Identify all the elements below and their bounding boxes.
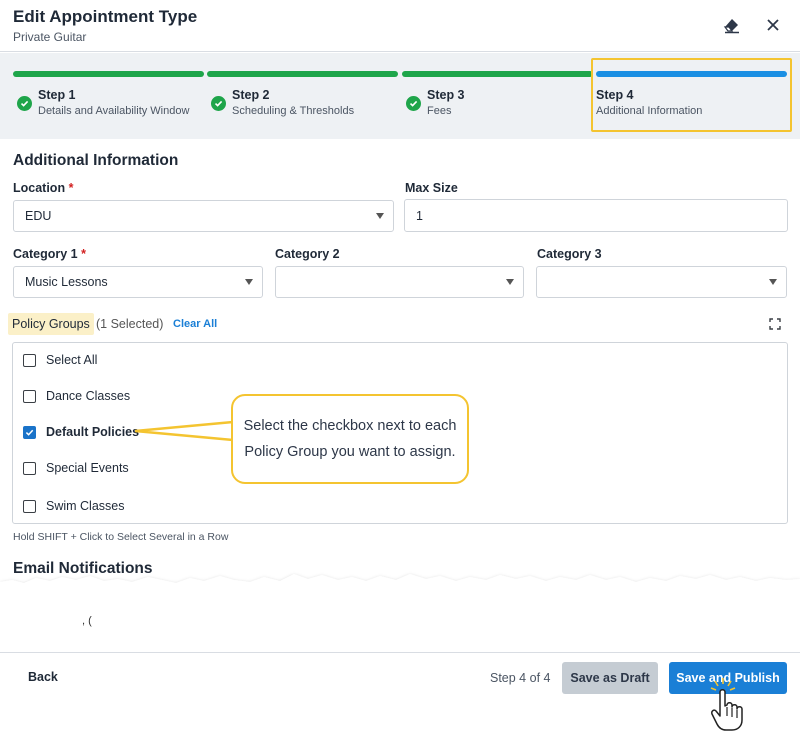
location-select[interactable]: EDU — [13, 200, 394, 232]
category3-label: Category 3 — [537, 247, 602, 261]
step-title: Step 1 — [38, 88, 76, 102]
caret-down-icon — [376, 213, 384, 219]
list-item-special-events[interactable]: Special Events — [23, 458, 129, 478]
list-item-label: Special Events — [46, 461, 129, 475]
max-size-label: Max Size — [405, 181, 458, 195]
step-1[interactable]: Step 1 Details and Availability Window — [13, 53, 204, 139]
eraser-icon[interactable] — [721, 14, 743, 36]
page-title: Edit Appointment Type — [13, 7, 198, 26]
step-subtitle: Fees — [427, 105, 452, 117]
list-item-label: Swim Classes — [46, 499, 125, 513]
step-progress-bar — [402, 71, 593, 77]
required-marker: * — [81, 247, 86, 261]
category1-label: Category 1 * — [13, 247, 86, 261]
close-icon[interactable] — [762, 14, 784, 36]
torn-edge — [0, 574, 800, 606]
checkbox[interactable] — [23, 461, 36, 475]
check-circle-icon — [211, 96, 226, 111]
max-size-input[interactable]: 1 — [404, 199, 788, 232]
step-subtitle: Details and Availability Window — [38, 105, 190, 117]
caret-down-icon — [769, 279, 777, 285]
callout-pointer — [135, 420, 235, 442]
list-item-select-all[interactable]: Select All — [23, 350, 97, 370]
selection-hint: Hold SHIFT + Click to Select Several in … — [13, 531, 229, 543]
hand-cursor-icon — [710, 678, 743, 731]
step-title: Step 3 — [427, 88, 465, 102]
section-title: Additional Information — [13, 152, 179, 169]
checkmark-icon — [25, 429, 34, 436]
category2-select[interactable] — [275, 266, 524, 298]
checkbox[interactable] — [23, 353, 36, 367]
check-circle-icon — [17, 96, 32, 111]
back-button[interactable]: Back — [28, 670, 58, 684]
checkbox-checked[interactable] — [23, 425, 36, 439]
list-item-label: Select All — [46, 353, 98, 367]
caret-down-icon — [245, 279, 253, 285]
list-item-label: Default Policies — [46, 425, 140, 439]
location-value: EDU — [25, 209, 52, 223]
modal-footer: Back Step 4 of 4 Save as Draft Save and … — [0, 652, 800, 732]
stray-text: , ( — [82, 615, 92, 627]
list-item-dance-classes[interactable]: Dance Classes — [23, 386, 130, 406]
modal-header: Edit Appointment Type Private Guitar — [0, 0, 800, 52]
category3-select[interactable] — [536, 266, 787, 298]
policy-groups-count: (1 Selected) — [96, 317, 164, 331]
required-marker: * — [68, 181, 74, 195]
current-step-highlight — [591, 58, 792, 132]
clear-all-link[interactable]: Clear All — [173, 318, 217, 330]
step-subtitle: Scheduling & Thresholds — [232, 105, 355, 117]
expand-icon[interactable] — [769, 317, 783, 331]
step-2[interactable]: Step 2 Scheduling & Thresholds — [207, 53, 398, 139]
check-circle-icon — [406, 96, 421, 111]
max-size-value: 1 — [416, 208, 423, 223]
location-label: Location * — [13, 181, 74, 195]
policy-groups-label: Policy Groups — [12, 317, 90, 331]
list-item-label: Dance Classes — [46, 389, 131, 403]
save-as-draft-button[interactable]: Save as Draft — [562, 662, 658, 694]
policy-groups-label-highlight: Policy Groups — [8, 313, 94, 335]
caret-down-icon — [506, 279, 514, 285]
list-item-default-policies[interactable]: Default Policies — [23, 422, 139, 442]
category1-select[interactable]: Music Lessons — [13, 266, 263, 298]
callout-text: Select the checkbox next to each Policy … — [243, 418, 457, 460]
step-title: Step 2 — [232, 88, 270, 102]
step-progress-bar — [207, 71, 398, 77]
step-3[interactable]: Step 3 Fees — [402, 53, 593, 139]
category2-label: Category 2 — [275, 247, 340, 261]
list-item-swim-classes[interactable]: Swim Classes — [23, 496, 125, 516]
instruction-callout: Select the checkbox next to each Policy … — [231, 394, 469, 484]
checkbox[interactable] — [23, 389, 36, 403]
page-subtitle: Private Guitar — [13, 30, 87, 44]
step-indicator: Step 4 of 4 — [490, 671, 551, 685]
checkbox[interactable] — [23, 499, 36, 513]
step-progress-bar — [13, 71, 204, 77]
category1-value: Music Lessons — [25, 275, 108, 289]
